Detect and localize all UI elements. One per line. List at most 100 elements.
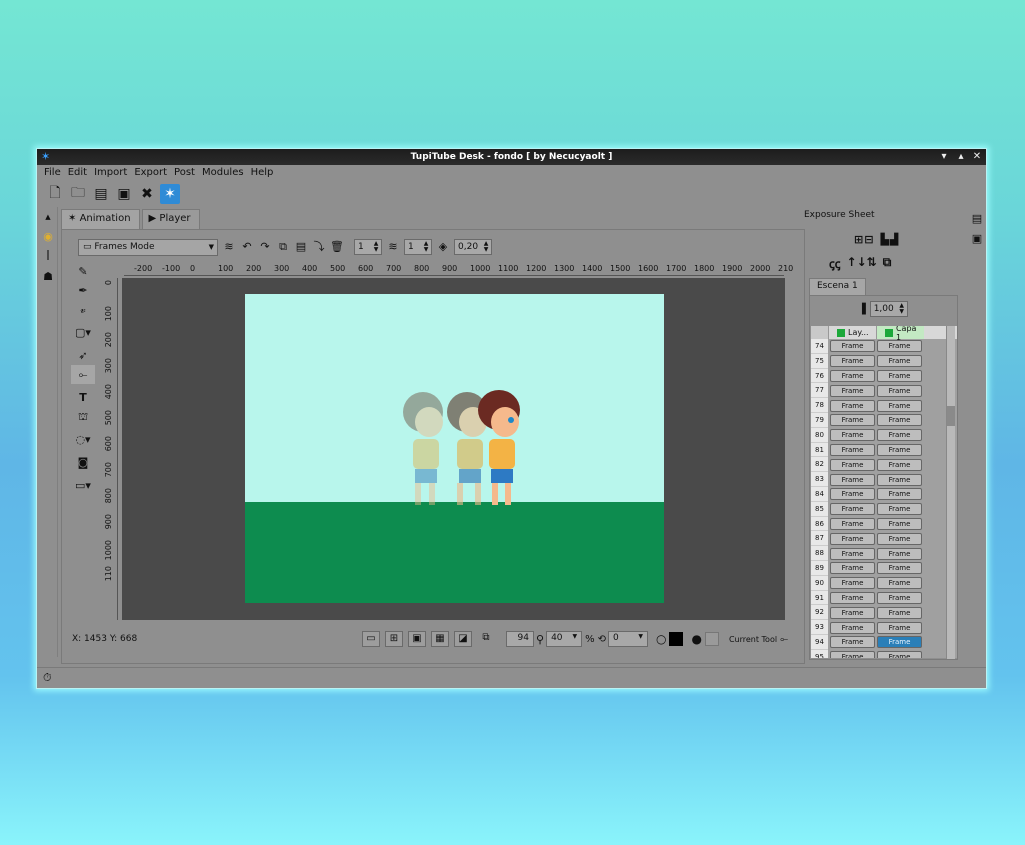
insert-frames-icon[interactable]: ꞔꞔ <box>829 255 841 272</box>
tupitube-icon[interactable]: ✶ <box>41 151 53 163</box>
frame-cell-layer-1[interactable]: Frame <box>830 532 875 545</box>
spinner-arrows-icon[interactable]: ▲ ▼ <box>482 241 490 253</box>
frame-cell-layer-2[interactable]: Frame <box>877 547 922 560</box>
frame-cell-layer-1[interactable]: Frame <box>830 651 875 658</box>
add-layer-icon[interactable]: ⊞ <box>854 233 863 246</box>
scrollbar-thumb[interactable] <box>947 406 955 426</box>
frame-cell-layer-1[interactable]: Frame <box>830 606 875 619</box>
ink-icon[interactable]: ✒ <box>71 281 95 300</box>
spinner-arrows-icon[interactable]: ▲ ▼ <box>898 303 906 315</box>
frame-cell-layer-1[interactable]: Frame <box>830 562 875 575</box>
scroll-up-icon[interactable]: ▲ <box>38 207 58 227</box>
frame-cell-layer-2[interactable]: Frame <box>877 591 922 604</box>
frame-cell-layer-2[interactable]: Frame <box>877 651 922 658</box>
remove-scene-icon[interactable]: ▟ <box>890 233 898 246</box>
close-icon[interactable]: ✖ <box>137 184 157 204</box>
frame-cell-layer-2[interactable]: Frame <box>877 414 922 427</box>
frame-cell-layer-2[interactable]: Frame <box>877 369 922 382</box>
frame-cell-layer-1[interactable]: Frame <box>830 577 875 590</box>
copy-frames-icon[interactable]: ⧉ <box>883 255 892 272</box>
frame-number-field[interactable]: 94 <box>506 631 534 647</box>
previous-frames-spinner[interactable]: 1 ▲ ▼ <box>354 239 382 255</box>
frame-cell-layer-2[interactable]: Frame <box>877 384 922 397</box>
node-icon[interactable]: ⟜ <box>71 365 95 384</box>
frame-cell-layer-1[interactable]: Frame <box>830 547 875 560</box>
menu-file[interactable]: File <box>42 166 66 181</box>
frame-cell-layer-2[interactable]: Frame <box>877 340 922 353</box>
minimize-button[interactable]: ▾ <box>936 149 952 165</box>
safe-area-icon[interactable]: ▣ <box>408 631 426 647</box>
exposure-sheet-icon[interactable]: ▤ <box>968 209 986 229</box>
tab-player[interactable]: ▶ Player <box>141 209 200 229</box>
frame-cell-layer-1[interactable]: Frame <box>830 429 875 442</box>
frame-cell-layer-2[interactable]: Frame <box>877 429 922 442</box>
frame-cell-layer-1[interactable]: Frame <box>830 369 875 382</box>
new-file-icon[interactable]: 🗋 <box>45 184 65 204</box>
menu-import[interactable]: Import <box>92 166 132 181</box>
frame-cell-layer-2[interactable]: Frame <box>877 517 922 530</box>
frame-cell-layer-1[interactable]: Frame <box>830 414 875 427</box>
onion-skin-icon[interactable]: ≋ <box>222 239 236 255</box>
remove-layer-icon[interactable]: ⊟ <box>864 233 873 246</box>
fill-icon[interactable]: ⛫ <box>71 407 95 426</box>
open-folder-icon[interactable]: 🗀 <box>68 184 88 204</box>
frame-cell-layer-2[interactable]: Frame <box>877 473 922 486</box>
tupitube-icon[interactable]: ✶ <box>160 184 180 204</box>
insert-icon[interactable]: ⤵ <box>312 239 326 255</box>
frame-cell-layer-1[interactable]: Frame <box>830 517 875 530</box>
frame-border-icon[interactable]: ▭ <box>362 631 380 647</box>
menu-edit[interactable]: Edit <box>66 166 92 181</box>
fullscreen-icon[interactable]: ◪ <box>454 631 472 647</box>
frame-cell-layer-2[interactable]: Frame <box>877 458 922 471</box>
frame-cell-layer-2[interactable]: Frame <box>877 532 922 545</box>
previous-frame-icon[interactable]: ↶ <box>240 239 254 255</box>
frame-cell-layer-1[interactable]: Frame <box>830 621 875 634</box>
menu-export[interactable]: Export <box>132 166 172 181</box>
menu-modules[interactable]: Modules <box>200 166 249 181</box>
pencil-icon[interactable]: ✎ <box>71 262 95 281</box>
spinner-arrows-icon[interactable]: ▲ ▼ <box>422 241 430 253</box>
frame-cell-layer-1[interactable]: Frame <box>830 488 875 501</box>
fps-spinner[interactable]: 1,00 ▲ ▼ <box>869 301 908 317</box>
exposure-scrollbar[interactable] <box>946 326 955 659</box>
color-swatch-stroke[interactable] <box>669 632 684 646</box>
text-icon[interactable]: T <box>71 388 95 407</box>
frames-mode-select[interactable]: ▭ Frames Mode ▼ <box>78 238 218 256</box>
layer-header-1[interactable]: Lay... <box>828 326 876 339</box>
color-palette-icon[interactable]: ◉ <box>38 227 58 247</box>
selection-icon[interactable]: ➶ <box>71 346 95 365</box>
next-frame-icon[interactable]: ↷ <box>258 239 272 255</box>
maximize-button[interactable]: ▴ <box>953 149 969 165</box>
color-swatch-fill[interactable] <box>704 632 719 646</box>
paste-icon[interactable]: ▤ <box>294 239 308 255</box>
frame-cell-layer-1[interactable]: Frame <box>830 443 875 456</box>
timer-icon[interactable]: ⏱ <box>43 671 52 685</box>
frame-cell-layer-2[interactable]: Frame <box>877 636 922 649</box>
zoom-field[interactable]: 40 ▼ <box>546 631 583 647</box>
filled-circle-icon[interactable]: ● <box>691 632 701 646</box>
image-icon[interactable]: ▭▾ <box>71 476 95 495</box>
camera-icon[interactable]: ◙ <box>71 453 95 472</box>
trash-icon[interactable]: 🗑 <box>330 239 344 255</box>
layers-stack-icon[interactable]: ⧉ <box>477 631 495 647</box>
menu-post[interactable]: Post <box>172 166 200 181</box>
menu-help[interactable]: Help <box>249 166 279 181</box>
library-icon[interactable]: ☗ <box>38 267 58 287</box>
frame-cell-layer-1[interactable]: Frame <box>830 503 875 516</box>
frame-cell-layer-2[interactable]: Frame <box>877 503 922 516</box>
frame-cell-layer-1[interactable]: Frame <box>830 384 875 397</box>
frame-cell-layer-2[interactable]: Frame <box>877 562 922 575</box>
tween-icon[interactable]: ◌▾ <box>71 430 95 449</box>
copy-icon[interactable]: ⧉ <box>276 239 290 255</box>
rectangle-icon[interactable]: ▢▾ <box>71 323 95 342</box>
frame-cell-layer-2[interactable]: Frame <box>877 621 922 634</box>
drawing-paper[interactable] <box>245 294 664 603</box>
frame-cell-layer-2[interactable]: Frame <box>877 399 922 412</box>
rotation-field[interactable]: 0 ▼ <box>607 631 648 647</box>
save-as-icon[interactable]: ▣ <box>114 184 134 204</box>
dense-grid-icon[interactable]: ▦ <box>431 631 449 647</box>
frame-cell-layer-2[interactable]: Frame <box>877 443 922 456</box>
grid-icon[interactable]: ⊞ <box>385 631 403 647</box>
move-frame-up-icon[interactable]: ↑↓⇅ <box>847 255 877 272</box>
tab-scene-1[interactable]: Escena 1 <box>809 278 866 296</box>
